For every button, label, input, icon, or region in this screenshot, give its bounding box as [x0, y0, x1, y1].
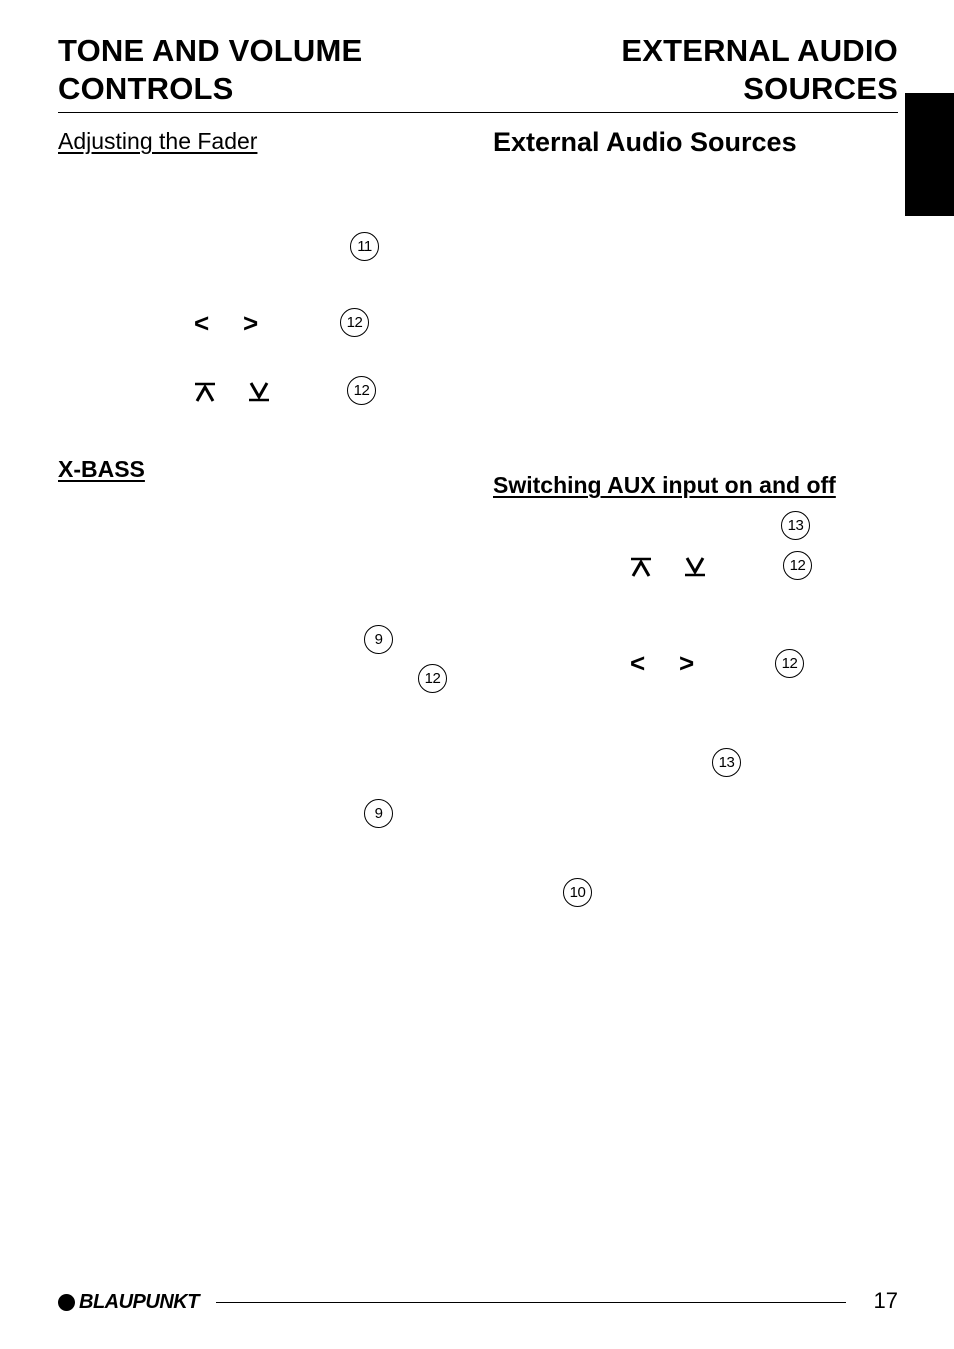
up-arrow-icon — [631, 557, 651, 577]
ref-callout-12: 12 — [775, 649, 804, 678]
title-left-line1: TONE AND VOLUME — [58, 33, 363, 68]
fader-heading: Adjusting the Fader — [58, 128, 258, 154]
page-number: 17 — [873, 1288, 898, 1313]
up-arrow-icon — [195, 382, 215, 402]
ref-callout-9: 9 — [364, 625, 393, 654]
title-right-line2: SOURCES — [743, 71, 898, 106]
page-title-right: EXTERNAL AUDIO SOURCES — [621, 32, 898, 108]
right-arrow-icon: > — [679, 648, 695, 678]
chapter-tab-marker — [905, 93, 954, 216]
brand-logo: BLAUPUNKT — [58, 1291, 199, 1313]
external-audio-heading: External Audio Sources — [493, 127, 797, 157]
down-arrow-icon — [249, 382, 269, 402]
ref-callout-12: 12 — [347, 376, 376, 405]
header-divider — [58, 112, 898, 113]
title-right-line1: EXTERNAL AUDIO — [621, 33, 898, 68]
down-arrow-icon — [685, 557, 705, 577]
ref-callout-11: 11 — [350, 232, 379, 261]
ref-callout-12: 12 — [418, 664, 447, 693]
aux-heading: Switching AUX input on and off — [493, 472, 836, 498]
title-left-line2: CONTROLS — [58, 71, 234, 106]
xbass-heading: X-BASS — [58, 456, 145, 482]
ref-callout-12: 12 — [340, 308, 369, 337]
brand-name: BLAUPUNKT — [79, 1291, 199, 1313]
ref-callout-12: 12 — [783, 551, 812, 580]
left-arrow-icon: < — [630, 648, 646, 678]
ref-callout-13: 13 — [781, 511, 810, 540]
left-arrow-icon: < — [194, 308, 210, 338]
ref-callout-13: 13 — [712, 748, 741, 777]
ref-callout-10: 10 — [563, 878, 592, 907]
ref-callout-9: 9 — [364, 799, 393, 828]
logo-dot-icon — [58, 1293, 75, 1311]
footer-divider — [216, 1302, 846, 1303]
page-title-left: TONE AND VOLUME CONTROLS — [58, 32, 362, 108]
right-arrow-icon: > — [243, 308, 259, 338]
